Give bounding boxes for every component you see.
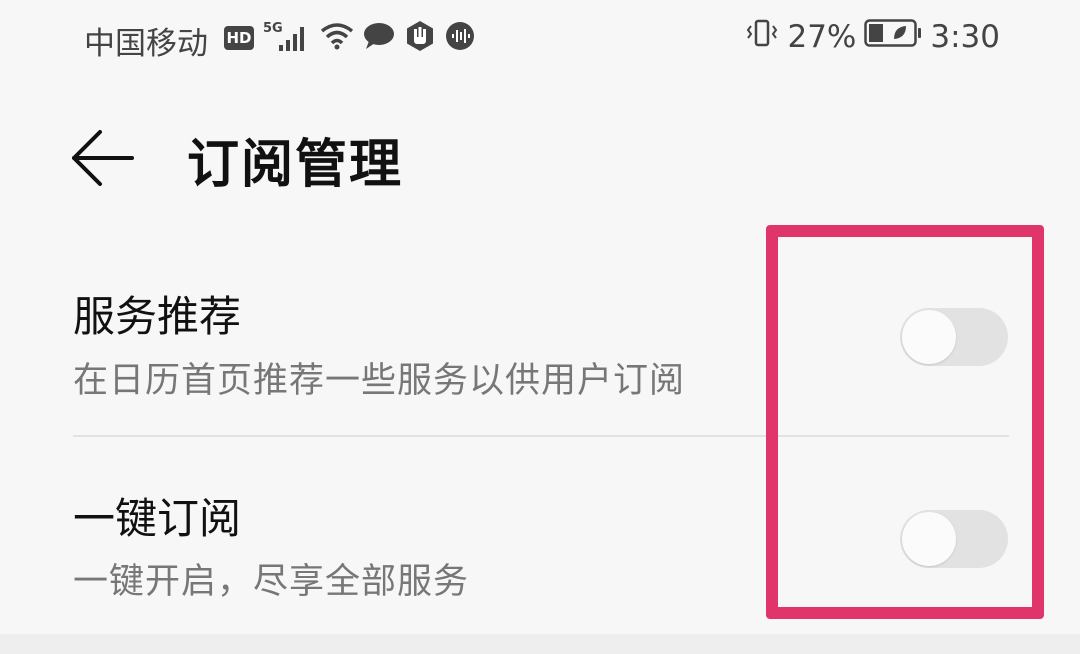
setting-subtitle-service-recommend: 在日历首页推荐一些服务以供用户订阅 xyxy=(73,361,686,401)
status-right: 27% 3:30 xyxy=(745,18,1000,56)
setting-title-service-recommend: 服务推荐 xyxy=(73,292,242,341)
status-bar: 中国移动 HD 5G 27% 3:30 xyxy=(0,0,1080,80)
clock: 3:30 xyxy=(930,19,1000,55)
setting-title-one-click-subscribe: 一键订阅 xyxy=(73,494,242,543)
audio-icon xyxy=(445,21,475,55)
signal-icon: 5G xyxy=(263,21,311,53)
hand-icon xyxy=(404,20,436,56)
arrow-left-icon xyxy=(72,130,134,186)
highlight-box xyxy=(766,225,1044,619)
vibrate-icon xyxy=(745,18,779,56)
message-icon xyxy=(363,22,395,54)
back-button[interactable] xyxy=(70,128,134,188)
battery-icon xyxy=(864,19,922,55)
wifi-icon xyxy=(320,22,354,54)
hd-icon: HD xyxy=(224,26,254,50)
battery-percent: 27% xyxy=(787,19,857,55)
setting-subtitle-one-click-subscribe: 一键开启，尽享全部服务 xyxy=(73,562,470,602)
status-icons: HD 5G xyxy=(224,20,475,56)
bottom-band xyxy=(0,634,1080,654)
page-title: 订阅管理 xyxy=(187,135,404,195)
carrier-name: 中国移动 xyxy=(84,26,208,62)
